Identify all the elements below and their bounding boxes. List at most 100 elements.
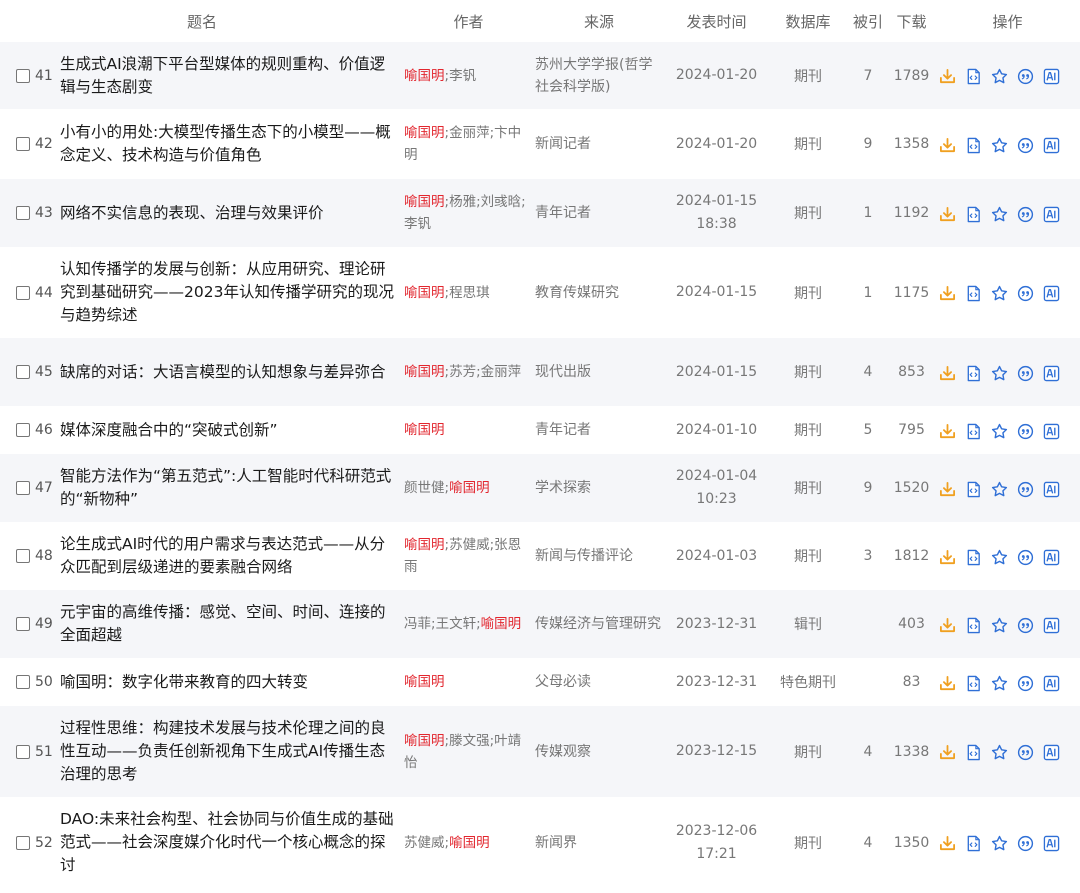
- cited-count[interactable]: 5: [848, 406, 889, 454]
- row-checkbox[interactable]: [16, 617, 30, 631]
- html-read-icon[interactable]: [965, 68, 982, 85]
- cite-quote-icon[interactable]: [1017, 68, 1034, 85]
- header-source[interactable]: 来源: [533, 0, 665, 42]
- author-link[interactable]: 喻国明: [404, 422, 445, 438]
- article-title-link[interactable]: 媒体深度融合中的“突破式创新”: [60, 419, 404, 442]
- author-link[interactable]: 颜世健: [404, 480, 445, 496]
- header-downloads[interactable]: 下载: [888, 0, 935, 42]
- favorite-star-icon[interactable]: [991, 285, 1008, 302]
- source-link[interactable]: 传媒经济与管理研究: [535, 616, 661, 632]
- ai-assistant-icon[interactable]: [1043, 835, 1060, 852]
- download-icon[interactable]: [939, 285, 956, 302]
- article-title-link[interactable]: 元宇宙的高维传播：感觉、空间、时间、连接的全面超越: [60, 601, 404, 647]
- cited-count[interactable]: 4: [848, 706, 889, 797]
- html-read-icon[interactable]: [965, 137, 982, 154]
- cite-quote-icon[interactable]: [1017, 481, 1034, 498]
- header-date[interactable]: 发表时间: [665, 0, 768, 42]
- article-title-link[interactable]: 生成式AI浪潮下平台型媒体的规则重构、价值逻辑与生态剧变: [60, 53, 404, 99]
- author-link[interactable]: 滕文强: [449, 733, 490, 749]
- article-title-link[interactable]: 论生成式AI时代的用户需求与表达范式——从分众匹配到层级递进的要素融合网络: [60, 533, 404, 579]
- author-link[interactable]: 喻国明: [404, 674, 445, 690]
- favorite-star-icon[interactable]: [991, 365, 1008, 382]
- ai-assistant-icon[interactable]: [1043, 137, 1060, 154]
- html-read-icon[interactable]: [965, 549, 982, 566]
- cite-quote-icon[interactable]: [1017, 835, 1034, 852]
- article-title-link[interactable]: DAO:未来社会构型、社会协同与价值生成的基础范式——社会深度媒介化时代一个核心…: [60, 808, 404, 877]
- cited-count[interactable]: 3: [848, 522, 889, 590]
- article-title-link[interactable]: 认知传播学的发展与创新：从应用研究、理论研究到基础研究——2023年认知传播学研…: [60, 258, 404, 327]
- cited-count[interactable]: 4: [848, 797, 889, 888]
- cited-count[interactable]: 7: [848, 42, 889, 109]
- cite-quote-icon[interactable]: [1017, 549, 1034, 566]
- ai-assistant-icon[interactable]: [1043, 549, 1060, 566]
- source-link[interactable]: 新闻与传播评论: [535, 548, 633, 564]
- author-link[interactable]: 喻国明: [404, 733, 445, 749]
- ai-assistant-icon[interactable]: [1043, 423, 1060, 440]
- html-read-icon[interactable]: [965, 675, 982, 692]
- favorite-star-icon[interactable]: [991, 675, 1008, 692]
- author-link[interactable]: 喻国明: [404, 537, 445, 553]
- row-checkbox[interactable]: [16, 835, 30, 850]
- source-link[interactable]: 现代出版: [535, 364, 591, 380]
- row-checkbox[interactable]: [16, 365, 30, 379]
- cited-count[interactable]: 9: [848, 454, 889, 522]
- favorite-star-icon[interactable]: [991, 68, 1008, 85]
- favorite-star-icon[interactable]: [991, 206, 1008, 223]
- row-checkbox[interactable]: [16, 285, 30, 300]
- article-title-link[interactable]: 小有小的用处:大模型传播生态下的小模型——概念定义、技术构造与价值角色: [60, 121, 404, 167]
- download-icon[interactable]: [939, 68, 956, 85]
- article-title-link[interactable]: 喻国明：数字化带来教育的四大转变: [60, 671, 404, 694]
- author-link[interactable]: 喻国明: [481, 616, 522, 632]
- author-link[interactable]: 金丽萍: [481, 364, 522, 380]
- ai-assistant-icon[interactable]: [1043, 365, 1060, 382]
- cited-count[interactable]: 4: [848, 338, 889, 406]
- ai-assistant-icon[interactable]: [1043, 617, 1060, 634]
- cite-quote-icon[interactable]: [1017, 617, 1034, 634]
- download-icon[interactable]: [939, 744, 956, 761]
- cite-quote-icon[interactable]: [1017, 365, 1034, 382]
- download-icon[interactable]: [939, 206, 956, 223]
- ai-assistant-icon[interactable]: [1043, 285, 1060, 302]
- source-link[interactable]: 学术探索: [535, 480, 591, 496]
- author-link[interactable]: 喻国明: [449, 480, 490, 496]
- download-icon[interactable]: [939, 549, 956, 566]
- html-read-icon[interactable]: [965, 835, 982, 852]
- author-link[interactable]: 喻国明: [404, 364, 445, 380]
- favorite-star-icon[interactable]: [991, 835, 1008, 852]
- header-title[interactable]: 题名: [0, 0, 404, 42]
- download-icon[interactable]: [939, 423, 956, 440]
- author-link[interactable]: 苏健威: [404, 835, 445, 851]
- header-author[interactable]: 作者: [404, 0, 533, 42]
- ai-assistant-icon[interactable]: [1043, 675, 1060, 692]
- author-link[interactable]: 喻国明: [404, 285, 445, 301]
- download-icon[interactable]: [939, 675, 956, 692]
- author-link[interactable]: 金丽萍: [449, 125, 490, 141]
- row-checkbox[interactable]: [16, 137, 30, 151]
- article-title-link[interactable]: 智能方法作为“第五范式”:人工智能时代科研范式的“新物种”: [60, 465, 404, 511]
- html-read-icon[interactable]: [965, 285, 982, 302]
- author-link[interactable]: 李钒: [404, 216, 431, 232]
- ai-assistant-icon[interactable]: [1043, 206, 1060, 223]
- row-checkbox[interactable]: [16, 423, 30, 437]
- row-checkbox[interactable]: [16, 549, 30, 563]
- author-link[interactable]: 王文轩: [436, 616, 477, 632]
- ai-assistant-icon[interactable]: [1043, 744, 1060, 761]
- row-checkbox[interactable]: [16, 675, 30, 689]
- row-checkbox[interactable]: [16, 744, 30, 759]
- download-icon[interactable]: [939, 617, 956, 634]
- download-icon[interactable]: [939, 481, 956, 498]
- author-link[interactable]: 冯菲: [404, 616, 431, 632]
- html-read-icon[interactable]: [965, 206, 982, 223]
- row-checkbox[interactable]: [16, 206, 30, 220]
- source-link[interactable]: 青年记者: [535, 205, 591, 221]
- html-read-icon[interactable]: [965, 744, 982, 761]
- author-link[interactable]: 程思琪: [449, 285, 490, 301]
- header-database[interactable]: 数据库: [768, 0, 848, 42]
- cited-count[interactable]: [848, 658, 889, 706]
- author-link[interactable]: 喻国明: [404, 194, 445, 210]
- download-icon[interactable]: [939, 137, 956, 154]
- author-link[interactable]: 喻国明: [404, 125, 445, 141]
- html-read-icon[interactable]: [965, 481, 982, 498]
- author-link[interactable]: 李钒: [449, 68, 476, 84]
- cited-count[interactable]: [848, 590, 889, 658]
